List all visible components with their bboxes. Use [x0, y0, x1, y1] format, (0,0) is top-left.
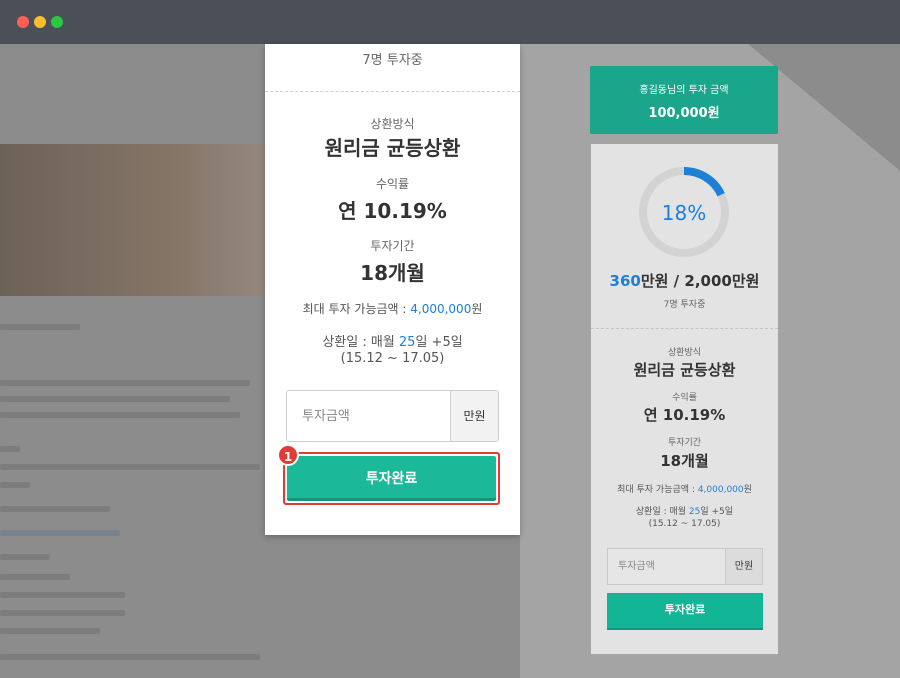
repay-day-number: 25: [398, 335, 416, 350]
raised-target: 만원 / 2,000만원: [640, 272, 760, 290]
sidebar-repayment-value: 원리금 균등상환: [633, 361, 736, 379]
sidebar-max-invest-prefix: 최대 투자 가능금액 :: [617, 485, 698, 495]
background-text-line: [0, 506, 110, 512]
max-invest-prefix: 최대 투자 가능금액 :: [302, 302, 411, 316]
minimize-window-button[interactable]: [34, 16, 46, 28]
background-text-line: [0, 592, 125, 598]
background-text-line: [0, 482, 30, 488]
my-investment-header: 홍길동님의 투자 금액 100,000원: [590, 66, 778, 134]
period-label: 투자기간: [370, 239, 415, 253]
sidebar-repayment-label: 상환방식: [667, 348, 702, 358]
background-text-line: [0, 610, 125, 616]
sidebar-max-invest-text: 최대 투자 가능금액 : 4,000,000원: [591, 482, 778, 495]
investment-summary-panel: 18% 360만원 / 2,000만원 7명 투자중 상환방식 원리금 균등상환…: [591, 144, 778, 654]
repay-range: (15.12 ~ 17.05): [340, 351, 445, 366]
sidebar-period-label: 투자기간: [667, 438, 702, 448]
max-invest-text: 최대 투자 가능금액 : 4,000,000원: [265, 300, 520, 317]
max-invest-amount: 4,000,000: [410, 302, 472, 316]
repay-day-suffix: 일 +5일: [415, 335, 463, 350]
step-badge: 1: [277, 444, 299, 466]
background-link-line: [0, 530, 120, 536]
period-value: 18개월: [360, 261, 425, 285]
funding-progress-ring: 18%: [639, 167, 729, 257]
sidebar-repay-day-prefix: 상환일 : 매월: [635, 507, 689, 517]
sidebar-investor-count: 7명 투자중: [663, 300, 706, 310]
background-text-line: [0, 464, 260, 470]
invest-amount-input[interactable]: [287, 391, 451, 441]
raised-amount-text: 360만원 / 2,000만원: [591, 270, 778, 291]
yield-value: 연 10.19%: [338, 199, 447, 223]
sidebar-amount-unit-label: 만원: [725, 549, 762, 584]
sidebar-period-value: 18개월: [660, 452, 709, 470]
invest-amount-field: 만원: [286, 390, 499, 442]
sidebar-invest-amount-field: 만원: [607, 548, 763, 585]
sidebar-invest-amount-input[interactable]: [608, 549, 726, 584]
background-text-line: [0, 554, 50, 560]
background-text-line: [0, 412, 240, 418]
sidebar-repay-day-number: 25: [688, 507, 701, 517]
yield-label: 수익률: [375, 177, 410, 191]
progress-percent: 18%: [662, 201, 706, 225]
repayment-method-label: 상환방식: [370, 117, 415, 131]
background-text-line: [0, 324, 80, 330]
amount-unit-label: 만원: [450, 391, 498, 441]
my-investment-title: 홍길동님의 투자 금액: [639, 85, 729, 96]
max-invest-suffix: 원: [471, 302, 483, 316]
maximize-window-button[interactable]: [51, 16, 63, 28]
dashed-divider: [591, 328, 778, 329]
highlight-frame: 투자완료: [283, 452, 500, 505]
sidebar-repay-range: (15.12 ~ 17.05): [648, 519, 721, 529]
background-text-line: [0, 446, 20, 452]
background-text-line: [0, 574, 70, 580]
background-text-line: [0, 396, 230, 402]
invest-complete-button[interactable]: 투자완료: [287, 456, 496, 501]
raised-amount: 360: [609, 272, 641, 290]
sidebar-repay-day-text: 상환일 : 매월 25일 +5일: [591, 504, 778, 517]
repay-day-prefix: 상환일 : 매월: [322, 335, 399, 350]
sidebar-max-invest-suffix: 원: [743, 485, 752, 495]
my-investment-amount: 100,000원: [648, 106, 720, 121]
window-titlebar: [0, 0, 900, 44]
repay-day-text: 상환일 : 매월 25일 +5일: [265, 331, 520, 350]
close-window-button[interactable]: [17, 16, 29, 28]
dashed-divider: [265, 91, 520, 92]
sidebar-yield-value: 연 10.19%: [643, 406, 726, 424]
background-text-line: [0, 628, 100, 634]
investment-modal: 7명 투자중 상환방식 원리금 균등상환 수익률 연 10.19% 투자기간 1…: [265, 44, 520, 535]
sidebar-max-invest-amount: 4,000,000: [697, 485, 744, 495]
background-text-line: [0, 654, 260, 660]
investor-count: 7명 투자중: [362, 53, 423, 68]
sidebar-repay-day-suffix: 일 +5일: [700, 507, 734, 517]
sidebar-invest-complete-button[interactable]: 투자완료: [607, 593, 763, 630]
repayment-method-value: 원리금 균등상환: [324, 136, 461, 160]
sidebar-yield-label: 수익률: [672, 393, 697, 403]
background-text-line: [0, 380, 250, 386]
